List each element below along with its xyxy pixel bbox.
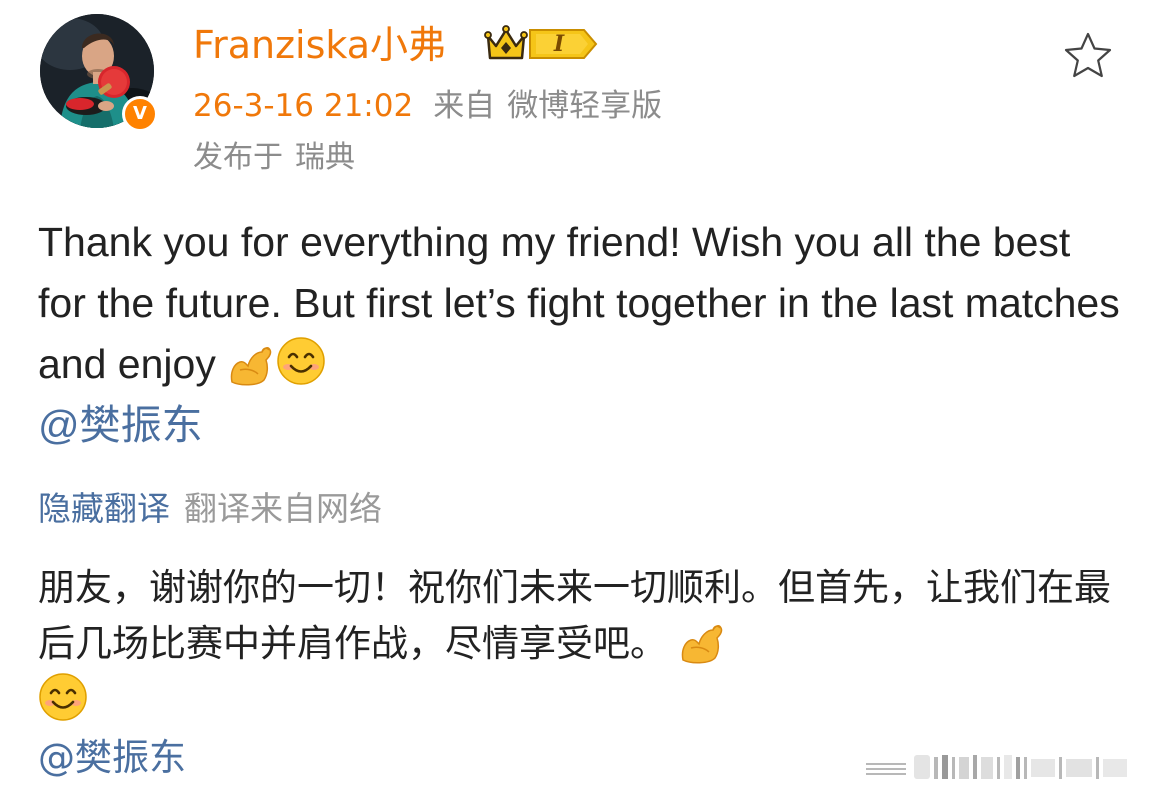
post-text: Thank you for everything my friend! Wish… (38, 212, 1128, 456)
post-text-content: Thank you for everything my friend! Wish… (38, 219, 1120, 387)
post-location: 发布于 瑞典 (193, 136, 355, 180)
location-label: 发布于 (193, 140, 283, 175)
watermark-barcode (866, 751, 1128, 781)
smiling-face-emoji (38, 672, 88, 722)
author-name[interactable]: Franziska小弗 (193, 20, 446, 70)
translation-source-note: 翻译来自网络 (184, 489, 382, 528)
flexed-biceps-emoji (677, 620, 725, 664)
hide-translation-button[interactable]: 隐藏翻译 (38, 489, 170, 528)
post-timestamp[interactable]: 26-3-16 21:02 (193, 88, 413, 124)
crown-icon (484, 25, 528, 60)
vip-badge[interactable]: I (484, 24, 598, 64)
translation-bar: 隐藏翻译 翻译来自网络 (38, 485, 382, 533)
star-outline-icon[interactable] (1062, 30, 1114, 80)
location-value: 瑞典 (295, 140, 355, 175)
post-meta: 26-3-16 21:02 来自 微博轻享版 (193, 84, 662, 128)
source-app[interactable]: 微博轻享版 (507, 88, 662, 124)
vip-level: I (553, 31, 565, 57)
translation-text-content: 朋友，谢谢你的一切！祝你们未来一切顺利。但首先，让我们在最后几场比赛中并肩作战，… (38, 566, 1111, 665)
post-header: V Franziska小弗 I 26-3-16 21:02 来自 微博轻享版 发布于… (0, 0, 1152, 190)
smiling-face-emoji (276, 336, 326, 386)
source-prefix: 来自 (433, 88, 496, 124)
verified-v-icon: V (122, 96, 158, 132)
mention-link[interactable]: @樊振东 (38, 395, 1128, 456)
flexed-biceps-emoji (226, 342, 274, 386)
